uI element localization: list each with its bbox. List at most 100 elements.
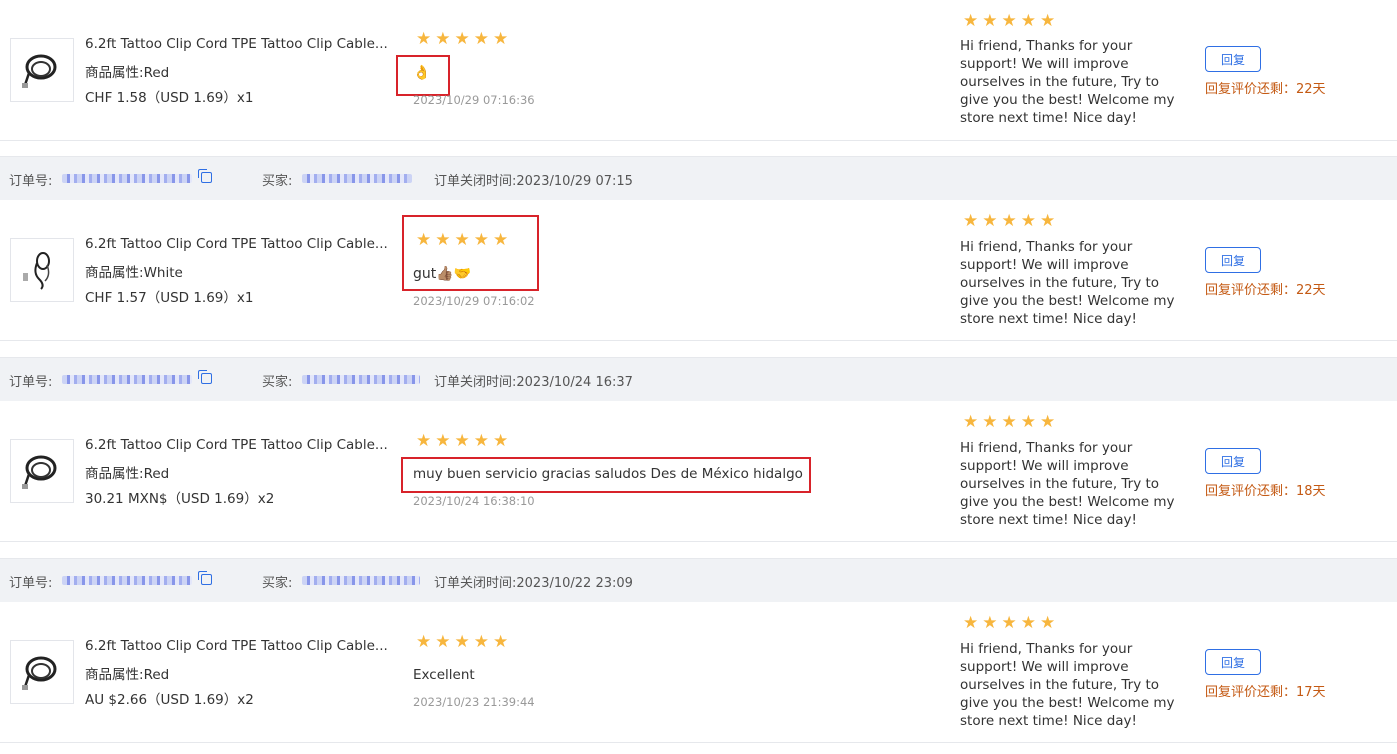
star-icon: ★	[454, 230, 470, 250]
star-icon: ★	[1001, 211, 1017, 231]
seller-reply: Hi friend, Thanks for your support! We w…	[960, 239, 1175, 327]
star-icon: ★	[982, 211, 998, 231]
star-icon: ★	[473, 230, 489, 250]
star-icon: ★	[1001, 613, 1017, 633]
seller-reply: Hi friend, Thanks for your support! We w…	[960, 38, 1175, 126]
order-header: 订单号: 买家: 订单关闭时间:2023/10/22 23:09	[0, 558, 1397, 603]
copy-icon[interactable]	[198, 571, 212, 585]
reply-rating: ★ ★ ★ ★ ★	[963, 414, 1055, 431]
star-icon: ★	[982, 11, 998, 31]
comment-time: 2023/10/29 07:16:02	[413, 294, 535, 308]
reply-rating: ★ ★ ★ ★ ★	[963, 13, 1055, 30]
buyer-rating: ★ ★ ★ ★ ★	[416, 232, 508, 249]
comment-time: 2023/10/24 16:38:10	[413, 494, 535, 508]
star-icon: ★	[1040, 11, 1056, 31]
product-name[interactable]: 6.2ft Tattoo Clip Cord TPE Tattoo Clip C…	[85, 437, 388, 453]
order-number-redacted	[62, 375, 192, 384]
star-icon: ★	[963, 613, 979, 633]
reply-button[interactable]: 回复	[1205, 247, 1261, 273]
star-icon: ★	[454, 632, 470, 652]
star-icon: ★	[493, 29, 509, 49]
attr-label: 商品属性:	[85, 466, 144, 482]
star-icon: ★	[435, 230, 451, 250]
product-price: CHF 1.57（USD 1.69）x1	[85, 290, 254, 306]
copy-icon[interactable]	[198, 370, 212, 384]
star-icon: ★	[1001, 412, 1017, 432]
star-icon: ★	[473, 29, 489, 49]
attr-value: Red	[143, 667, 170, 683]
star-icon: ★	[454, 431, 470, 451]
reply-button[interactable]: 回复	[1205, 46, 1261, 72]
order-number-label: 订单号:	[9, 174, 53, 189]
star-icon: ★	[435, 431, 451, 451]
star-icon: ★	[963, 412, 979, 432]
reply-remaining-days: 回复评价还剩：22天	[1205, 283, 1326, 298]
star-icon: ★	[1040, 211, 1056, 231]
star-icon: ★	[493, 230, 509, 250]
order-number-redacted	[62, 174, 192, 183]
star-icon: ★	[1001, 11, 1017, 31]
reply-button[interactable]: 回复	[1205, 649, 1261, 675]
order-row: 6.2ft Tattoo Clip Cord TPE Tattoo Clip C…	[0, 401, 1397, 542]
reply-rating: ★ ★ ★ ★ ★	[963, 213, 1055, 230]
seller-reply: Hi friend, Thanks for your support! We w…	[960, 440, 1175, 528]
star-icon: ★	[493, 632, 509, 652]
product-thumbnail[interactable]	[10, 439, 74, 503]
order-close-time: 订单关闭时间:2023/10/22 23:09	[434, 576, 633, 591]
attr-label: 商品属性:	[85, 667, 144, 683]
star-icon: ★	[1020, 11, 1036, 31]
buyer-label: 买家:	[262, 375, 293, 390]
buyer-comment: Excellent	[413, 667, 475, 683]
seller-reply: Hi friend, Thanks for your support! We w…	[960, 641, 1175, 729]
attr-value: White	[143, 265, 183, 281]
order-close-time: 订单关闭时间:2023/10/24 16:37	[434, 375, 633, 390]
star-icon: ★	[1040, 613, 1056, 633]
star-icon: ★	[963, 11, 979, 31]
comment-time: 2023/10/29 07:16:36	[413, 93, 535, 107]
star-icon: ★	[1040, 412, 1056, 432]
star-icon: ★	[435, 632, 451, 652]
product-attribute: 商品属性:Red	[85, 462, 169, 482]
star-icon: ★	[454, 29, 470, 49]
buyer-name-redacted	[302, 375, 420, 384]
star-icon: ★	[435, 29, 451, 49]
order-close-time: 订单关闭时间:2023/10/29 07:15	[434, 174, 633, 189]
order-row: 6.2ft Tattoo Clip Cord TPE Tattoo Clip C…	[0, 0, 1397, 141]
star-icon: ★	[982, 412, 998, 432]
star-icon: ★	[1020, 211, 1036, 231]
reply-remaining-days: 回复评价还剩：17天	[1205, 685, 1326, 700]
star-icon: ★	[963, 211, 979, 231]
buyer-name-redacted	[302, 576, 420, 585]
buyer-rating: ★ ★ ★ ★ ★	[416, 433, 508, 450]
product-thumbnail[interactable]	[10, 640, 74, 704]
product-name[interactable]: 6.2ft Tattoo Clip Cord TPE Tattoo Clip C…	[85, 236, 388, 252]
product-attribute: 商品属性:White	[85, 261, 183, 281]
attr-value: Red	[143, 65, 170, 81]
buyer-label: 买家:	[262, 174, 293, 189]
comment-time: 2023/10/23 21:39:44	[413, 695, 535, 709]
order-number-label: 订单号:	[9, 576, 53, 591]
star-icon: ★	[416, 230, 432, 250]
product-thumbnail[interactable]	[10, 238, 74, 302]
product-price: CHF 1.58（USD 1.69）x1	[85, 90, 254, 106]
product-name[interactable]: 6.2ft Tattoo Clip Cord TPE Tattoo Clip C…	[85, 638, 388, 654]
product-attribute: 商品属性:Red	[85, 61, 169, 81]
order-number-label: 订单号:	[9, 375, 53, 390]
reply-remaining-days: 回复评价还剩：22天	[1205, 82, 1326, 97]
product-name[interactable]: 6.2ft Tattoo Clip Cord TPE Tattoo Clip C…	[85, 36, 388, 52]
product-price: 30.21 MXN$（USD 1.69）x2	[85, 491, 275, 507]
star-icon: ★	[1020, 613, 1036, 633]
copy-icon[interactable]	[198, 169, 212, 183]
attr-label: 商品属性:	[85, 265, 144, 281]
product-thumbnail[interactable]	[10, 38, 74, 102]
attr-value: Red	[143, 466, 170, 482]
buyer-comment: muy buen servicio gracias saludos Des de…	[413, 466, 803, 482]
order-header: 订单号: 买家: 订单关闭时间:2023/10/29 07:15	[0, 156, 1397, 201]
order-header: 订单号: 买家: 订单关闭时间:2023/10/24 16:37	[0, 357, 1397, 402]
order-number-redacted	[62, 576, 192, 585]
product-attribute: 商品属性:Red	[85, 663, 169, 683]
reply-button[interactable]: 回复	[1205, 448, 1261, 474]
star-icon: ★	[493, 431, 509, 451]
star-icon: ★	[416, 431, 432, 451]
order-row: 6.2ft Tattoo Clip Cord TPE Tattoo Clip C…	[0, 602, 1397, 743]
